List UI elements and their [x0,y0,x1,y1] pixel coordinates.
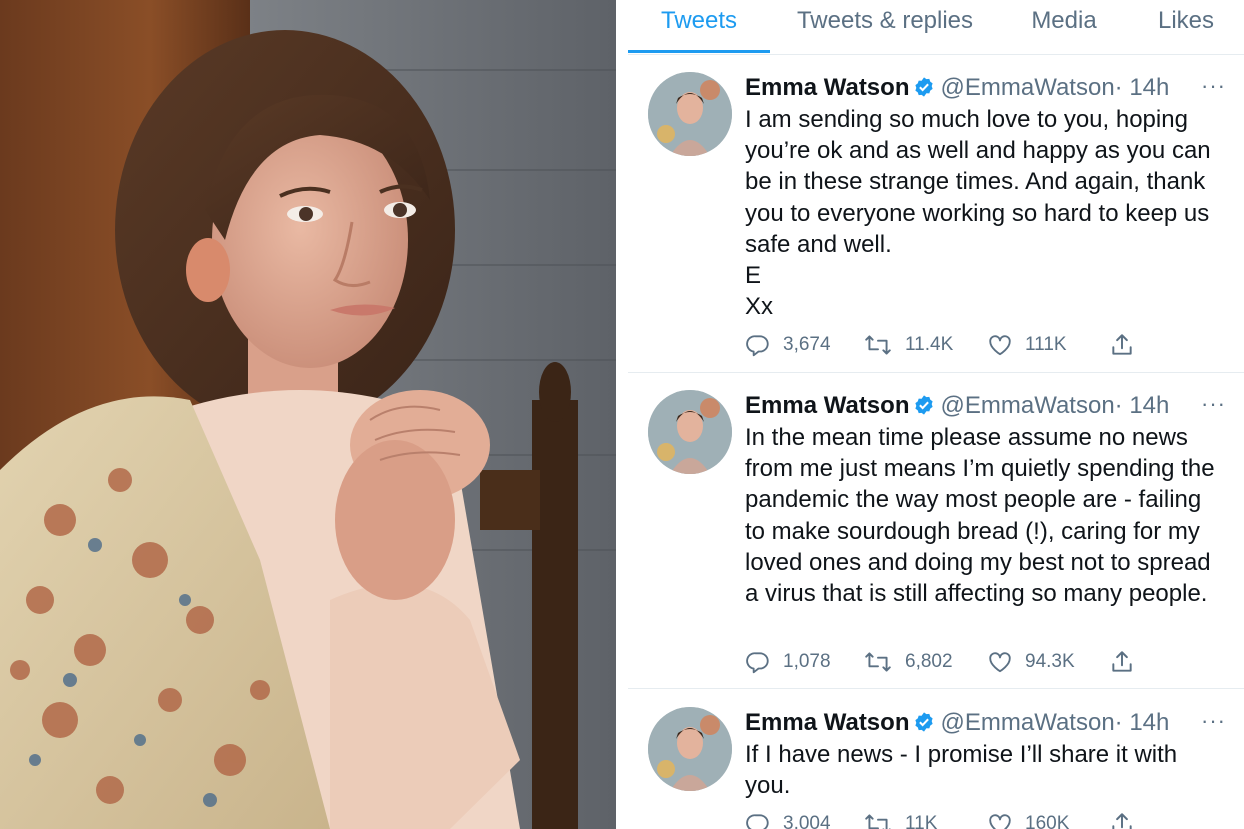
avatar-image [648,707,732,791]
reply-count: 1,078 [783,651,831,672]
verified-badge-icon [913,393,935,425]
portrait-image [0,0,616,829]
share-button[interactable] [1109,330,1135,360]
avatar-image [648,390,732,474]
tweet-timestamp[interactable]: · 14h [1115,709,1170,736]
retweet-button[interactable]: 6,802 [863,647,953,677]
tweet[interactable]: Emma Watson @EmmaWatson· 14h ··· In the m… [628,378,1244,689]
avatar-image [648,72,732,156]
tab-media[interactable]: Media [1010,0,1118,54]
retweet-button[interactable]: 11K [863,809,937,829]
like-count: 160K [1025,813,1070,829]
more-icon[interactable]: ··· [1201,392,1226,416]
tweet[interactable]: Emma Watson @EmmaWatson· 14h ··· I am sen… [628,60,1244,373]
tweet-header: Emma Watson @EmmaWatson· 14h [745,72,1169,104]
reply-icon [745,811,771,829]
display-name[interactable]: Emma Watson [745,709,909,736]
retweet-count: 6,802 [905,651,953,672]
retweet-icon [863,649,893,675]
image-divider [616,0,628,829]
active-tab-indicator [628,50,770,53]
like-button[interactable]: 160K [987,809,1069,829]
tab-tweets[interactable]: Tweets [628,0,770,54]
more-icon[interactable]: ··· [1201,74,1226,98]
more-icon[interactable]: ··· [1201,709,1226,733]
verified-badge-icon [913,75,935,107]
share-button[interactable] [1109,809,1135,829]
display-name[interactable]: Emma Watson [745,392,909,419]
reply-button[interactable]: 1,078 [745,647,831,677]
like-icon [987,811,1013,829]
like-count: 94.3K [1025,651,1075,672]
avatar[interactable] [648,390,732,474]
retweet-count: 11K [905,813,938,829]
like-icon [987,649,1013,675]
share-button[interactable] [1109,647,1135,677]
retweet-icon [863,332,893,358]
retweet-count: 11.4K [905,334,954,355]
reply-icon [745,332,771,358]
promo-photo [0,0,616,829]
retweet-icon [863,811,893,829]
tweet-actions: 3,004 11K 160K [745,809,1185,829]
username-handle[interactable]: @EmmaWatson [940,74,1114,101]
like-button[interactable]: 94.3K [987,647,1075,677]
retweet-button[interactable]: 11.4K [863,330,953,360]
profile-tabs: Tweets Tweets & replies Media Likes [628,0,1244,55]
like-icon [987,332,1013,358]
tweet-timestamp[interactable]: · 14h [1115,392,1170,419]
twitter-profile-pane: Tweets Tweets & replies Media Likes Emma… [628,0,1244,829]
share-icon [1109,811,1135,829]
share-icon [1109,332,1135,358]
username-handle[interactable]: @EmmaWatson [940,392,1114,419]
tweet-header: Emma Watson @EmmaWatson· 14h [745,390,1169,422]
tweet-text: If I have news - I promise I’ll share it… [745,741,1178,800]
tweet-text: I am sending so much love to you, hoping… [745,106,1211,321]
display-name[interactable]: Emma Watson [745,74,909,101]
reply-count: 3,674 [783,334,831,355]
avatar[interactable] [648,707,732,791]
reply-button[interactable]: 3,674 [745,330,831,360]
tab-likes[interactable]: Likes [1136,0,1236,54]
share-icon [1109,649,1135,675]
like-button[interactable]: 111K [987,330,1067,360]
verified-badge-icon [913,710,935,742]
tweet-actions: 1,078 6,802 94.3K [745,647,1185,677]
tweet-header: Emma Watson @EmmaWatson· 14h [745,707,1169,739]
tweet[interactable]: Emma Watson @EmmaWatson· 14h ··· If I hav… [628,695,1244,829]
tweet-text: In the mean time please assume no news f… [745,424,1215,608]
tweet-timestamp[interactable]: · 14h [1115,74,1170,101]
like-count: 111K [1025,334,1067,355]
avatar[interactable] [648,72,732,156]
reply-count: 3,004 [783,813,831,829]
tweet-actions: 3,674 11.4K 111K [745,330,1185,360]
username-handle[interactable]: @EmmaWatson [940,709,1114,736]
reply-button[interactable]: 3,004 [745,809,831,829]
tab-tweets-and-replies[interactable]: Tweets & replies [774,0,996,54]
reply-icon [745,649,771,675]
